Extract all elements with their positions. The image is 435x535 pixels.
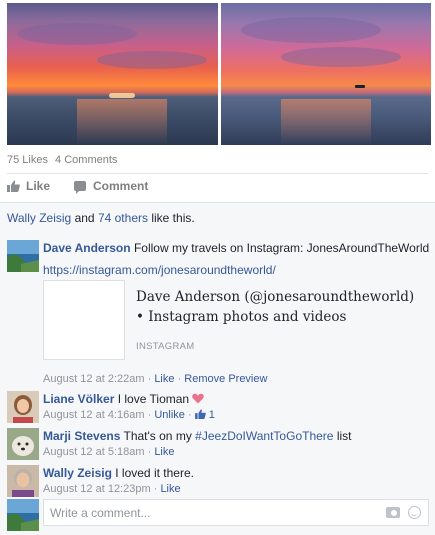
comment-meta: August 12 at 12:23pm · Like [43, 481, 433, 497]
comment-timestamp[interactable]: August 12 at 2:22am [43, 373, 145, 385]
heart-icon [192, 393, 205, 404]
comment-button[interactable]: Comment [74, 179, 149, 194]
comment-text: Follow my travels on Instagram: JonesAro… [133, 241, 430, 255]
photo-grid [7, 3, 431, 145]
comment-icon [74, 181, 87, 194]
comment-text: That's on my [123, 429, 192, 443]
sunset-photo-right[interactable] [220, 3, 431, 145]
comment-meta: August 12 at 2:22am · Like · Remove Prev… [43, 373, 267, 385]
comment-body: Wally Zeisig I loved it there. August 12… [43, 465, 433, 497]
sun-shape [109, 93, 135, 98]
sunset-photo-left[interactable] [7, 3, 218, 145]
comment-text-end: list [336, 429, 352, 443]
comment-author[interactable]: Wally Zeisig [43, 466, 112, 480]
comment-input-box [43, 499, 429, 526]
hashtag-link[interactable]: #JeezDoIWantToGoThere [195, 429, 333, 443]
post-stats: 75 Likes 4 Comments [7, 154, 117, 166]
preview-thumbnail [43, 280, 125, 360]
comment-timestamp[interactable]: August 12 at 4:16am [43, 409, 145, 421]
comment-link[interactable]: https://instagram.com/jonesaroundtheworl… [43, 263, 276, 277]
liker-name[interactable]: Wally Zeisig [7, 211, 71, 225]
comment-item: Marji Stevens That's on my #JeezDoIWantT… [7, 428, 429, 462]
preview-source: INSTAGRAM [136, 341, 195, 352]
feedback-section: Wally Zeisig and 74 others like this. Da… [0, 202, 435, 535]
comment-meta: August 12 at 4:16am · Unlike · 1 [43, 407, 433, 423]
comment-body: Marji Stevens That's on my #JeezDoIWantT… [43, 428, 433, 460]
likes-count[interactable]: 75 Likes [7, 154, 48, 166]
comment-item: Wally Zeisig I loved it there. August 12… [7, 465, 429, 499]
comment-meta: August 12 at 5:18am · Like [43, 444, 433, 460]
divider [7, 173, 428, 174]
separator: · [147, 409, 152, 421]
comment-author[interactable]: Liane Völker [43, 392, 114, 406]
comment-like-count[interactable]: 1 [209, 409, 215, 421]
comment-input[interactable] [44, 500, 344, 525]
likers-sentence: Wally Zeisig and 74 others like this. [7, 211, 195, 225]
comments-count[interactable]: 4 Comments [55, 154, 117, 166]
sun-reflection [77, 99, 167, 145]
boat-shape [354, 85, 365, 88]
avatar [7, 499, 39, 531]
comment-timestamp[interactable]: August 12 at 12:23pm [43, 483, 151, 495]
cloud-shape [97, 51, 207, 69]
likers-suffix: like this. [151, 211, 195, 225]
comment-text: I loved it there. [115, 466, 194, 480]
camera-icon[interactable] [386, 507, 400, 518]
avatar-image [7, 428, 39, 460]
cloud-shape [17, 23, 137, 45]
separator: · [177, 373, 182, 385]
avatar[interactable] [7, 240, 39, 272]
thumbs-up-icon [7, 180, 20, 192]
avatar[interactable] [7, 428, 39, 460]
like-label: Like [26, 179, 51, 193]
likers-connector: and [74, 211, 95, 225]
thumbs-up-icon [194, 409, 206, 419]
avatar-image [7, 391, 39, 423]
unlike-button[interactable]: Unlike [154, 409, 185, 421]
comment-like-button[interactable]: Like [160, 483, 180, 495]
comment-like-button[interactable]: Like [154, 446, 174, 458]
cloud-shape [280, 47, 401, 67]
likers-others-link[interactable]: 74 others [98, 211, 148, 225]
comment-author[interactable]: Marji Stevens [43, 429, 120, 443]
preview-title[interactable]: Dave Anderson (@jonesaroundtheworld) • I… [136, 287, 416, 327]
separator: · [147, 373, 152, 385]
comment-timestamp[interactable]: August 12 at 5:18am [43, 446, 145, 458]
avatar-image [7, 499, 39, 531]
post-actions: Like Comment [7, 179, 149, 194]
remove-preview-button[interactable]: Remove Preview [184, 373, 267, 385]
comment-like-button[interactable]: Like [154, 373, 174, 385]
cloud-shape [240, 17, 381, 43]
avatar-image [7, 465, 39, 497]
like-button[interactable]: Like [7, 179, 50, 193]
link-preview[interactable]: Dave Anderson (@jonesaroundtheworld) • I… [43, 280, 415, 364]
avatar[interactable] [7, 465, 39, 497]
comment-item: Dave Anderson Follow my travels on Insta… [7, 240, 429, 390]
avatar-image [7, 240, 39, 272]
avatar[interactable] [7, 391, 39, 423]
sun-reflection [280, 99, 371, 145]
comment-composer [7, 499, 429, 531]
comment-label: Comment [93, 179, 149, 193]
comment-body: Liane Völker I love Tioman August 12 at … [43, 391, 433, 423]
comment-author[interactable]: Dave Anderson [43, 241, 131, 255]
comment-body: Dave Anderson Follow my travels on Insta… [43, 240, 433, 278]
comment-text: I love Tioman [117, 392, 190, 406]
comment-item: Liane Völker I love Tioman August 12 at … [7, 391, 429, 425]
smiley-icon[interactable] [408, 506, 421, 519]
separator: · [147, 446, 152, 458]
separator: · [187, 409, 192, 421]
separator: · [153, 483, 158, 495]
